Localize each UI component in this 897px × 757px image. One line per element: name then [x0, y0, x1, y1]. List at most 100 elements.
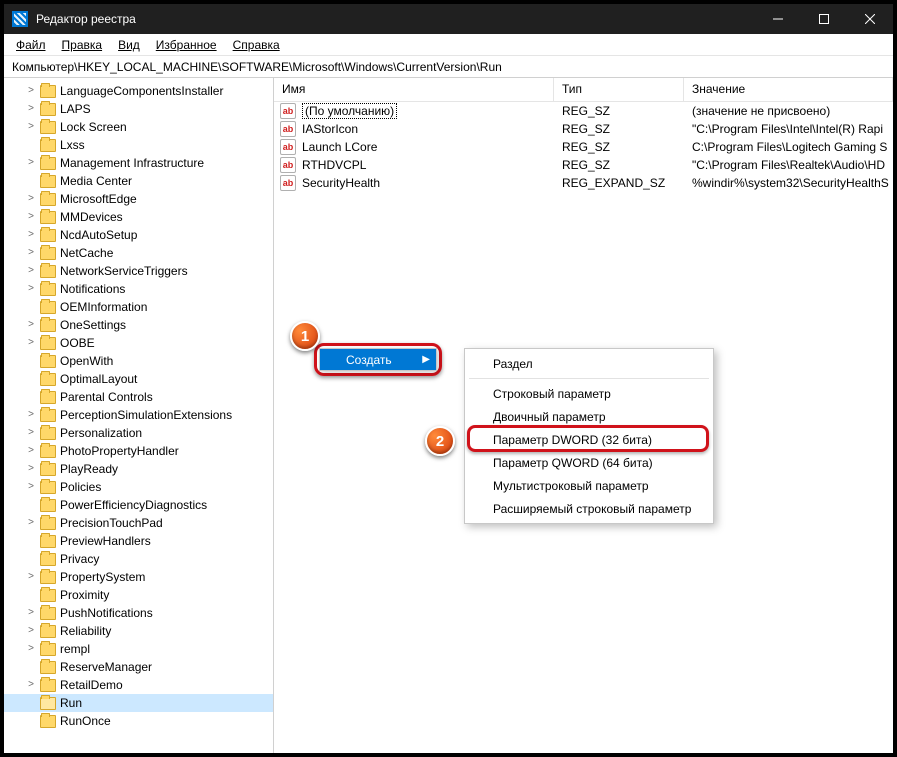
- col-value[interactable]: Значение: [684, 78, 893, 101]
- tree-item[interactable]: > NcdAutoSetup: [4, 226, 273, 244]
- value-name: SecurityHealth: [302, 176, 380, 190]
- chevron-right-icon[interactable]: >: [26, 625, 36, 635]
- submenu-item-expandstring[interactable]: Расширяемый строковый параметр: [465, 497, 713, 520]
- chevron-right-icon[interactable]: >: [26, 283, 36, 293]
- submenu-item-dword[interactable]: Параметр DWORD (32 бита) 2: [465, 428, 713, 451]
- table-row[interactable]: abIAStorIconREG_SZ"C:\Program Files\Inte…: [274, 120, 893, 138]
- tree-item-label: Proximity: [60, 588, 109, 602]
- menu-item-create[interactable]: Создать ▶: [320, 349, 436, 370]
- tree-item[interactable]: >Personalization: [4, 424, 273, 442]
- chevron-right-icon[interactable]: >: [26, 679, 36, 689]
- tree-item[interactable]: >PhotoPropertyHandler: [4, 442, 273, 460]
- tree-item[interactable]: >LanguageComponentsInstaller: [4, 82, 273, 100]
- tree-item[interactable]: >OEMInformation: [4, 298, 273, 316]
- col-name[interactable]: Имя: [274, 78, 554, 101]
- tree-item[interactable]: >MicrosoftEdge: [4, 190, 273, 208]
- tree-item[interactable]: >Lxss: [4, 136, 273, 154]
- folder-icon: [40, 229, 56, 242]
- tree-item[interactable]: >OOBE: [4, 334, 273, 352]
- folder-icon: [40, 445, 56, 458]
- menu-view[interactable]: Вид: [112, 36, 146, 54]
- chevron-right-icon[interactable]: >: [26, 445, 36, 455]
- context-submenu: Раздел Строковый параметр Двоичный парам…: [464, 348, 714, 524]
- tree-item[interactable]: >RunOnce: [4, 712, 273, 730]
- submenu-arrow-icon: ▶: [422, 354, 430, 365]
- table-row[interactable]: abLaunch LCoreREG_SZC:\Program Files\Log…: [274, 138, 893, 156]
- tree-item[interactable]: >NetCache: [4, 244, 273, 262]
- folder-icon: [40, 355, 56, 368]
- submenu-item-binary[interactable]: Двоичный параметр: [465, 405, 713, 428]
- tree-item[interactable]: >Notifications: [4, 280, 273, 298]
- tree-item[interactable]: >MMDevices: [4, 208, 273, 226]
- chevron-right-icon[interactable]: >: [26, 265, 36, 275]
- chevron-right-icon[interactable]: >: [26, 643, 36, 653]
- folder-icon: [40, 427, 56, 440]
- table-row[interactable]: ab(По умолчанию)REG_SZ(значение не присв…: [274, 102, 893, 120]
- submenu-item-qword[interactable]: Параметр QWORD (64 бита): [465, 451, 713, 474]
- chevron-right-icon[interactable]: >: [26, 463, 36, 473]
- tree-item[interactable]: >Reliability: [4, 622, 273, 640]
- tree-item-label: Run: [60, 696, 82, 710]
- tree-item[interactable]: >Lock Screen: [4, 118, 273, 136]
- chevron-right-icon[interactable]: >: [26, 427, 36, 437]
- submenu-item-string[interactable]: Строковый параметр: [465, 382, 713, 405]
- chevron-right-icon[interactable]: >: [26, 193, 36, 203]
- tree-item[interactable]: >Management Infrastructure: [4, 154, 273, 172]
- close-button[interactable]: [847, 4, 893, 34]
- tree-item[interactable]: >Run: [4, 694, 273, 712]
- tree-item[interactable]: >NetworkServiceTriggers: [4, 262, 273, 280]
- tree-item[interactable]: >OneSettings: [4, 316, 273, 334]
- tree-item[interactable]: >Parental Controls: [4, 388, 273, 406]
- col-type[interactable]: Тип: [554, 78, 684, 101]
- maximize-button[interactable]: [801, 4, 847, 34]
- tree-item[interactable]: >PerceptionSimulationExtensions: [4, 406, 273, 424]
- address-bar[interactable]: Компьютер\HKEY_LOCAL_MACHINE\SOFTWARE\Mi…: [4, 56, 893, 78]
- chevron-right-icon[interactable]: >: [26, 85, 36, 95]
- tree-item[interactable]: >PushNotifications: [4, 604, 273, 622]
- tree-item[interactable]: >Policies: [4, 478, 273, 496]
- tree-item[interactable]: >Proximity: [4, 586, 273, 604]
- submenu-item-section[interactable]: Раздел: [465, 352, 713, 375]
- value-type: REG_SZ: [554, 122, 684, 136]
- tree-item[interactable]: >PlayReady: [4, 460, 273, 478]
- submenu-item-multistring[interactable]: Мультистроковый параметр: [465, 474, 713, 497]
- folder-icon: [40, 463, 56, 476]
- menu-help[interactable]: Справка: [227, 36, 286, 54]
- tree-item[interactable]: >PreviewHandlers: [4, 532, 273, 550]
- chevron-right-icon[interactable]: >: [26, 337, 36, 347]
- table-row[interactable]: abSecurityHealthREG_EXPAND_SZ%windir%\sy…: [274, 174, 893, 192]
- menu-file[interactable]: Файл: [10, 36, 52, 54]
- tree-item[interactable]: >Privacy: [4, 550, 273, 568]
- chevron-right-icon[interactable]: >: [26, 247, 36, 257]
- chevron-right-icon[interactable]: >: [26, 319, 36, 329]
- chevron-right-icon[interactable]: >: [26, 607, 36, 617]
- chevron-right-icon[interactable]: >: [26, 571, 36, 581]
- tree-item[interactable]: >OpenWith: [4, 352, 273, 370]
- tree-item[interactable]: >LAPS: [4, 100, 273, 118]
- tree-item[interactable]: >PowerEfficiencyDiagnostics: [4, 496, 273, 514]
- chevron-right-icon[interactable]: >: [26, 211, 36, 221]
- chevron-right-icon[interactable]: >: [26, 157, 36, 167]
- tree-item-label: NcdAutoSetup: [60, 228, 137, 242]
- menu-favorites[interactable]: Избранное: [150, 36, 223, 54]
- chevron-right-icon[interactable]: >: [26, 103, 36, 113]
- tree-item[interactable]: >PrecisionTouchPad: [4, 514, 273, 532]
- chevron-right-icon[interactable]: >: [26, 481, 36, 491]
- minimize-button[interactable]: [755, 4, 801, 34]
- tree-item-label: OEMInformation: [60, 300, 147, 314]
- value-data: "C:\Program Files\Intel\Intel(R) Rapi: [684, 122, 893, 136]
- folder-icon: [40, 175, 56, 188]
- chevron-right-icon[interactable]: >: [26, 517, 36, 527]
- menu-edit[interactable]: Правка: [56, 36, 109, 54]
- tree-item[interactable]: >OptimalLayout: [4, 370, 273, 388]
- table-row[interactable]: abRTHDVCPLREG_SZ"C:\Program Files\Realte…: [274, 156, 893, 174]
- tree-item[interactable]: >ReserveManager: [4, 658, 273, 676]
- chevron-right-icon[interactable]: >: [26, 229, 36, 239]
- tree-pane[interactable]: >LanguageComponentsInstaller>LAPS>Lock S…: [4, 78, 274, 753]
- chevron-right-icon[interactable]: >: [26, 409, 36, 419]
- tree-item[interactable]: >PropertySystem: [4, 568, 273, 586]
- chevron-right-icon[interactable]: >: [26, 121, 36, 131]
- tree-item[interactable]: >Media Center: [4, 172, 273, 190]
- tree-item[interactable]: >RetailDemo: [4, 676, 273, 694]
- tree-item[interactable]: >rempl: [4, 640, 273, 658]
